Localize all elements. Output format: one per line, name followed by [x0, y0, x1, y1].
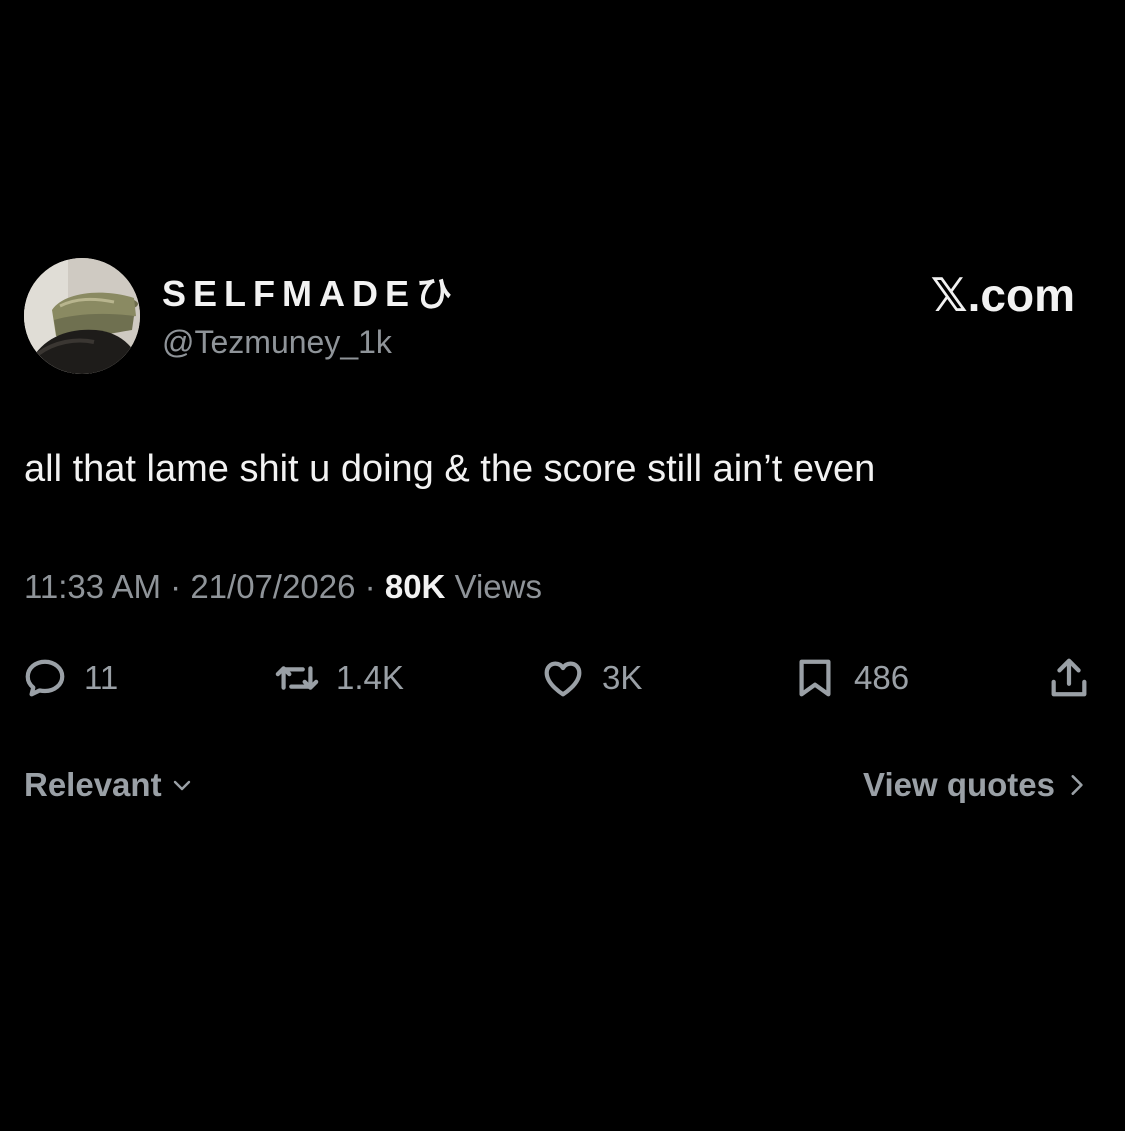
bookmark-count: 486	[854, 659, 910, 696]
repost-icon	[275, 666, 319, 690]
like-count: 3K	[602, 659, 643, 696]
avatar[interactable]	[24, 258, 140, 374]
share-icon	[1051, 658, 1087, 697]
repost-button[interactable]: 1.4K	[274, 652, 404, 704]
views-label: Views	[454, 568, 542, 605]
like-button[interactable]: 3K	[540, 652, 642, 704]
view-quotes-link[interactable]: View quotes	[863, 764, 1089, 806]
tweet-date[interactable]: 21/07/2026	[190, 568, 355, 605]
view-quotes-label: View quotes	[863, 766, 1055, 803]
avatar-image	[24, 258, 140, 374]
tweet-time[interactable]: 11:33 AM	[24, 568, 161, 605]
sort-replies-button[interactable]: Relevant	[24, 764, 194, 806]
brand-logo-text: 𝕏.com	[930, 269, 1075, 321]
meta-separator: ·	[170, 568, 182, 605]
tweet-meta: 11:33 AM · 21/07/2026 · 80K Views	[24, 566, 542, 608]
user-handle[interactable]: @Tezmuney_1k	[162, 322, 392, 362]
reply-count: 11	[84, 659, 119, 696]
reply-icon	[25, 659, 65, 697]
reply-button[interactable]: 11	[22, 652, 118, 704]
views-count: 80K	[384, 568, 446, 605]
repost-count: 1.4K	[336, 659, 404, 696]
share-button[interactable]	[1046, 652, 1092, 704]
bookmark-icon	[799, 659, 831, 697]
sort-label: Relevant	[24, 766, 162, 803]
action-bar: 11 1.4K 3K 486	[0, 652, 1125, 704]
heart-icon	[544, 661, 582, 697]
chevron-right-icon	[1071, 775, 1083, 795]
chevron-down-icon	[173, 780, 190, 791]
bookmark-button[interactable]: 486	[792, 652, 909, 704]
tweet-text: all that lame shit u doing & the score s…	[24, 448, 876, 490]
display-name[interactable]: SELFMADEひ	[162, 272, 459, 316]
tweet-card: SELFMADEひ @Tezmuney_1k 𝕏.com all that la…	[0, 0, 1125, 1131]
meta-separator: ·	[364, 568, 376, 605]
